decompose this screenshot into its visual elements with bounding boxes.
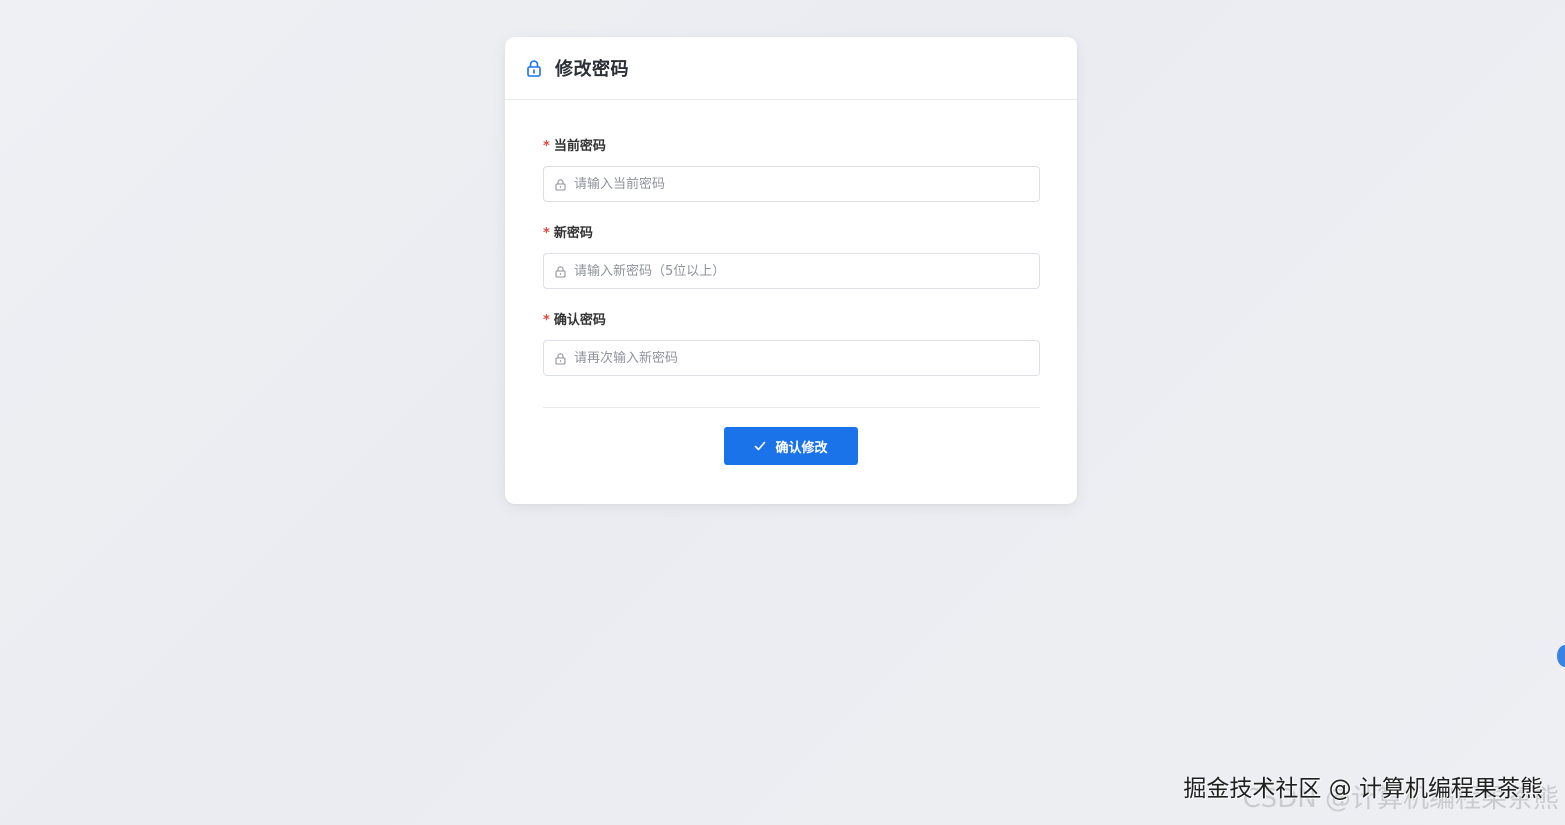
current-password-input-box[interactable]	[543, 166, 1040, 202]
required-mark: *	[543, 313, 550, 328]
form-divider	[543, 407, 1040, 408]
confirm-password-field: * 确认密码	[543, 311, 1040, 376]
confirm-change-button[interactable]: 确认修改	[724, 427, 858, 465]
confirm-password-input[interactable]	[574, 350, 1039, 366]
lock-icon	[555, 265, 566, 278]
new-password-input-box[interactable]	[543, 253, 1040, 289]
watermark: 掘金技术社区 @ 计算机编程果茶熊	[1183, 776, 1543, 802]
current-password-label: * 当前密码	[543, 137, 1040, 157]
confirm-change-button-label: 确认修改	[775, 440, 828, 456]
new-password-label: * 新密码	[543, 224, 1040, 244]
change-password-card: 修改密码 * 当前密码 * 新密码 * 确认密码 确认修改	[505, 37, 1077, 504]
new-password-field: * 新密码	[543, 224, 1040, 289]
check-icon	[755, 441, 766, 451]
confirm-password-label: * 确认密码	[543, 311, 1040, 331]
current-password-field: * 当前密码	[543, 137, 1040, 202]
page-title: 修改密码	[555, 59, 629, 80]
confirm-password-label-text: 确认密码	[553, 313, 606, 328]
required-mark: *	[543, 139, 550, 154]
floating-edge-button[interactable]	[1557, 645, 1565, 667]
new-password-input[interactable]	[574, 263, 1039, 279]
lock-icon	[555, 178, 566, 191]
current-password-label-text: 当前密码	[553, 139, 606, 154]
required-mark: *	[543, 226, 550, 241]
confirm-password-input-box[interactable]	[543, 340, 1040, 376]
card-header: 修改密码	[505, 37, 1077, 100]
lock-icon	[555, 352, 566, 365]
new-password-label-text: 新密码	[553, 226, 593, 241]
current-password-input[interactable]	[574, 176, 1039, 192]
lock-icon	[525, 59, 543, 77]
